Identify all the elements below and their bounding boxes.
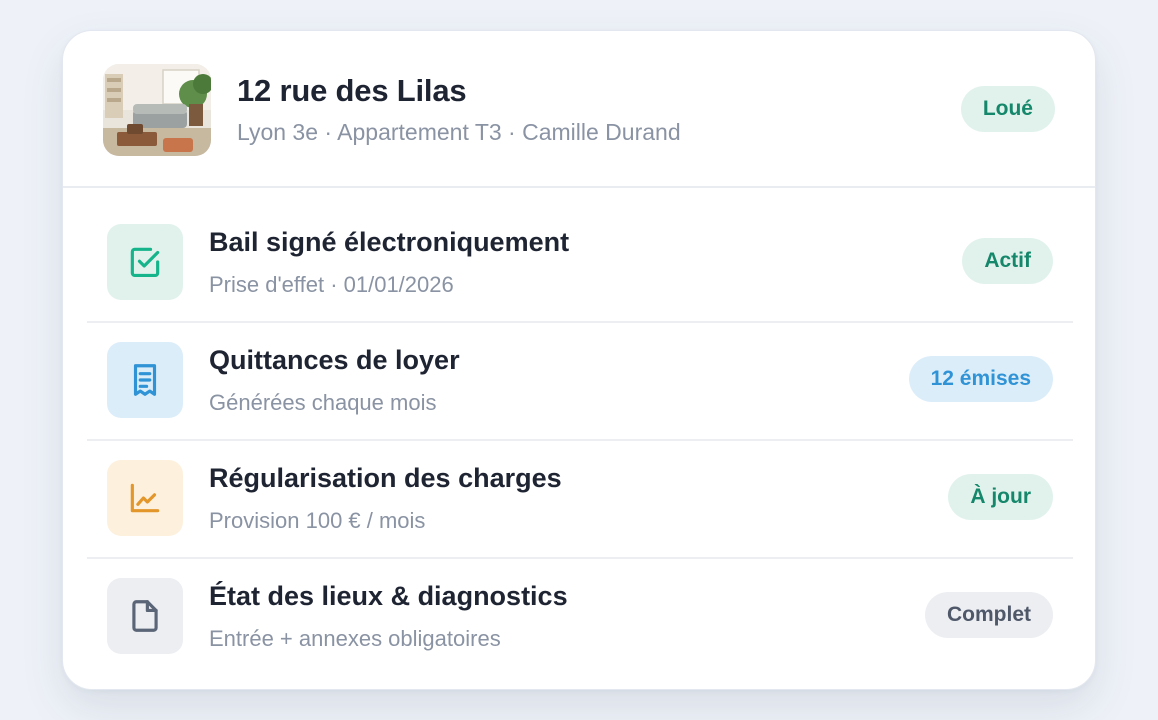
- list-item-title: État des lieux & diagnostics: [209, 581, 568, 611]
- list-item-title: Bail signé électroniquement: [209, 227, 570, 257]
- property-status-badge: Loué: [960, 86, 1055, 132]
- list-item-receipts[interactable]: Quittances de loyer Générées chaque mois…: [87, 323, 1073, 441]
- status-badge: Complet: [925, 592, 1053, 638]
- status-badge: À jour: [948, 474, 1053, 520]
- list-item-title: Quittances de loyer: [209, 345, 460, 375]
- property-card: 12 rue des Lilas Lyon 3e · Appartement T…: [62, 30, 1096, 690]
- count-badge: 12 émises: [908, 356, 1053, 402]
- property-photo: [103, 64, 211, 156]
- property-address: 12 rue des Lilas: [237, 73, 467, 108]
- receipt-icon: [107, 342, 183, 418]
- list-item-title: Régularisation des charges: [209, 463, 562, 493]
- check-square-icon: [107, 224, 183, 300]
- list-item-description: Générées chaque mois: [209, 390, 437, 415]
- status-badge: Actif: [962, 238, 1053, 284]
- chart-line-icon: [107, 460, 183, 536]
- list-item-description: Provision 100 € / mois: [209, 508, 426, 533]
- document-icon: [107, 578, 183, 654]
- list-item-description: Entrée + annexes obligatoires: [209, 626, 501, 651]
- list-item-lease[interactable]: Bail signé électroniquement Prise d'effe…: [87, 205, 1073, 323]
- list-item-charges[interactable]: Régularisation des charges Provision 100…: [87, 441, 1073, 559]
- property-header[interactable]: 12 rue des Lilas Lyon 3e · Appartement T…: [63, 31, 1095, 188]
- list-item-description: Prise d'effet · 01/01/2026: [209, 272, 454, 297]
- list-item-inventory[interactable]: État des lieux & diagnostics Entrée + an…: [87, 559, 1073, 677]
- property-subtitle: Lyon 3e · Appartement T3 · Camille Duran…: [237, 119, 681, 145]
